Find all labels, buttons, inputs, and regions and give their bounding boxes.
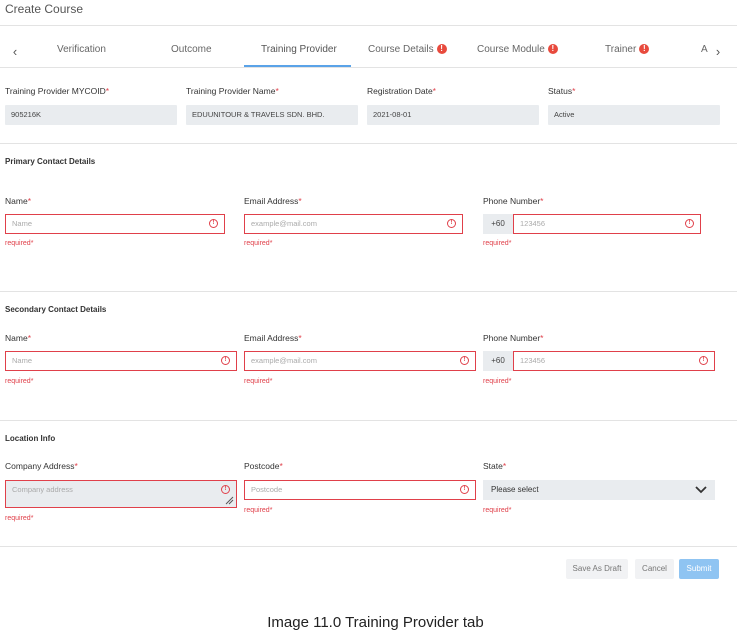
submit-button[interactable]: Submit [679, 559, 719, 579]
required-message: required* [483, 240, 512, 247]
cancel-button[interactable]: Cancel [635, 559, 674, 579]
tab-course-details[interactable]: Course Details! [368, 44, 447, 55]
save-draft-button[interactable]: Save As Draft [566, 559, 628, 579]
status-field: Active [548, 105, 720, 125]
required-message: required* [5, 515, 34, 522]
secondary-contact-title: Secondary Contact Details [5, 305, 107, 314]
required-message: required* [483, 378, 512, 385]
divider [0, 420, 737, 421]
required-message: required* [5, 378, 34, 385]
state-select[interactable]: Please select [483, 480, 715, 500]
provider-name-label: Training Provider Name* [186, 86, 279, 96]
chevron-down-icon [695, 486, 707, 494]
required-message: required* [244, 240, 273, 247]
alert-icon: ! [460, 485, 469, 494]
provider-name-field: EDUUNITOUR & TRAVELS SDN. BHD. [186, 105, 358, 125]
location-info-title: Location Info [5, 434, 56, 443]
divider [0, 143, 737, 144]
alert-icon: ! [460, 356, 469, 365]
secondary-email-input[interactable]: example@mail.com! [244, 351, 476, 371]
alert-icon: ! [447, 219, 456, 228]
company-address-textarea[interactable]: Company address ! [5, 480, 237, 508]
primary-phone-label: Phone Number* [483, 196, 544, 206]
phone-prefix: +60 [483, 214, 513, 234]
error-icon: ! [547, 44, 558, 55]
resize-handle-icon[interactable] [224, 495, 234, 505]
primary-email-input[interactable]: example@mail.com! [244, 214, 463, 234]
required-message: required* [5, 240, 34, 247]
divider [0, 25, 737, 26]
tab-trainer[interactable]: Trainer! [605, 44, 650, 55]
divider [0, 291, 737, 292]
tab-outcome[interactable]: Outcome [171, 44, 212, 55]
tab-training-provider[interactable]: Training Provider [261, 44, 337, 55]
secondary-phone-label: Phone Number* [483, 333, 544, 343]
alert-icon: ! [685, 219, 694, 228]
primary-name-label: Name* [5, 196, 31, 206]
tab-course-module[interactable]: Course Module! [477, 44, 558, 55]
divider [0, 67, 737, 68]
mycoid-field: 905216K [5, 105, 177, 125]
primary-email-label: Email Address* [244, 196, 302, 206]
tab-verification[interactable]: Verification [57, 44, 106, 55]
phone-prefix: +60 [483, 351, 513, 371]
postcode-label: Postcode* [244, 461, 283, 471]
postcode-input[interactable]: Postcode! [244, 480, 476, 500]
reg-date-field: 2021-08-01 [367, 105, 539, 125]
alert-icon: ! [209, 219, 218, 228]
page-title: Create Course [5, 2, 84, 16]
secondary-phone-input[interactable]: 123456! [513, 351, 715, 371]
primary-phone-input[interactable]: 123456! [513, 214, 701, 234]
required-message: required* [244, 378, 273, 385]
primary-name-input[interactable]: Name! [5, 214, 225, 234]
secondary-name-input[interactable]: Name! [5, 351, 237, 371]
company-address-label: Company Address* [5, 461, 78, 471]
divider [0, 546, 737, 547]
tab-partial[interactable]: A [701, 44, 708, 55]
state-label: State* [483, 461, 507, 471]
chevron-right-icon[interactable]: › [711, 44, 725, 59]
alert-icon: ! [699, 356, 708, 365]
reg-date-label: Registration Date* [367, 86, 436, 96]
status-label: Status* [548, 86, 576, 96]
error-icon: ! [639, 44, 650, 55]
secondary-name-label: Name* [5, 333, 31, 343]
figure-caption: Image 11.0 Training Provider tab [267, 614, 484, 631]
alert-icon: ! [221, 356, 230, 365]
alert-icon: ! [221, 485, 230, 494]
chevron-left-icon[interactable]: ‹ [8, 44, 22, 59]
error-icon: ! [436, 44, 447, 55]
mycoid-label: Training Provider MYCOID* [5, 86, 110, 96]
required-message: required* [483, 507, 512, 514]
primary-contact-title: Primary Contact Details [5, 157, 96, 166]
required-message: required* [244, 507, 273, 514]
secondary-email-label: Email Address* [244, 333, 302, 343]
